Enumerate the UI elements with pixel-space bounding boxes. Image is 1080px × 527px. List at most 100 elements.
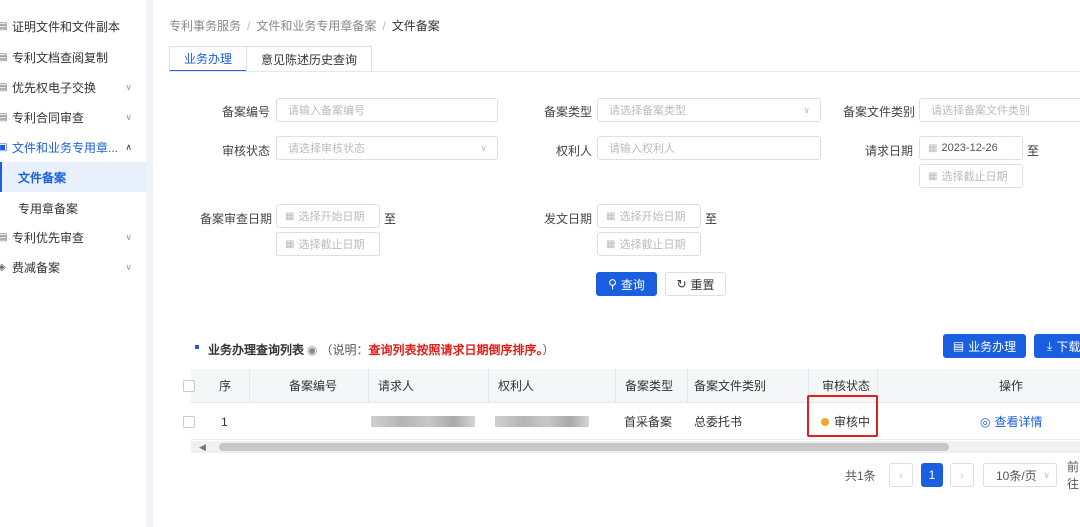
column-header-file-type: 备案文件类别 bbox=[694, 379, 767, 393]
sidebar-subitem-label: 文件备案 bbox=[18, 170, 67, 185]
request-date-end-input[interactable]: ▦ 选择截止日期 bbox=[919, 164, 1023, 188]
exchange-icon: ▤ bbox=[0, 81, 8, 93]
sidebar-item-stamp-record[interactable]: ▣ 文件和业务专用章... ∧ bbox=[0, 134, 146, 160]
table-row: 1 首采备案 总委托书 审核中 ◎ 查看详情 bbox=[183, 404, 1080, 440]
record-type-label: 备案类型 bbox=[544, 105, 593, 119]
column-header-action: 操作 bbox=[999, 379, 1024, 393]
sidebar: ▤ 证明文件和文件副本 ▤ 专利文档查阅复制 ▤ 优先权电子交换 ∨ ▤ 专利合… bbox=[0, 0, 146, 527]
stamp-icon: ▣ bbox=[0, 141, 8, 153]
calendar-icon: ▦ bbox=[606, 210, 616, 222]
column-header-index: 序 bbox=[219, 379, 232, 393]
column-header-record-no: 备案编号 bbox=[289, 379, 338, 393]
sidebar-item-label: 证明文件和文件副本 bbox=[12, 19, 121, 34]
contract-icon: ▤ bbox=[0, 111, 8, 123]
issue-date-end-input[interactable]: ▦ 选择截止日期 bbox=[597, 232, 701, 256]
calendar-icon: ▦ bbox=[285, 238, 295, 250]
breadcrumb-item[interactable]: 文件和业务专用章备案 bbox=[256, 19, 376, 33]
scroll-left-icon[interactable]: ◀ bbox=[199, 442, 206, 453]
search-icon: ⚲ bbox=[608, 277, 617, 291]
table-horizontal-scrollbar[interactable]: ◀ bbox=[191, 441, 1080, 453]
record-no-input[interactable]: 请输入备案编号 bbox=[276, 98, 498, 122]
breadcrumb-separator: / bbox=[247, 19, 251, 33]
sidebar-item-certificates[interactable]: ▤ 证明文件和文件副本 bbox=[0, 13, 146, 39]
query-button[interactable]: ⚲ 查询 bbox=[596, 272, 657, 296]
sidebar-item-label: 优先权电子交换 bbox=[12, 80, 97, 95]
sidebar-subitem-file-record[interactable]: 文件备案 bbox=[0, 162, 146, 192]
record-review-date-start-input[interactable]: ▦ 选择开始日期 bbox=[276, 204, 380, 228]
sidebar-item-label: 专利优先审查 bbox=[12, 230, 85, 245]
sidebar-item-label: 专利合同审查 bbox=[12, 110, 85, 125]
scroll-thumb[interactable] bbox=[219, 443, 949, 451]
calendar-icon: ▦ bbox=[285, 210, 295, 222]
record-review-date-label: 备案审查日期 bbox=[200, 212, 273, 226]
sidebar-item-contract-review[interactable]: ▤ 专利合同审查 ∨ bbox=[0, 104, 146, 130]
list-note: ◉ （说明：查询列表按照请求日期倒序排序。） bbox=[307, 343, 555, 357]
download-icon: ⤓ bbox=[1047, 338, 1053, 353]
review-status-label: 审核状态 bbox=[222, 144, 271, 158]
next-page-button[interactable]: › bbox=[950, 463, 974, 487]
info-icon: ◉ bbox=[307, 343, 318, 357]
breadcrumb-item[interactable]: 专利事务服务 bbox=[169, 19, 241, 33]
right-holder-label: 权利人 bbox=[556, 144, 593, 158]
sidebar-item-priority-review[interactable]: ▤ 专利优先审查 ∨ bbox=[0, 224, 146, 250]
chevron-down-icon: ∨ bbox=[125, 111, 132, 122]
chevron-down-icon: ∨ bbox=[803, 104, 810, 115]
list-title-marker bbox=[195, 345, 199, 349]
copy-icon: ▤ bbox=[0, 51, 8, 63]
request-date-start-input[interactable]: ▦ 2023-12-26 bbox=[919, 136, 1023, 160]
column-header-requester: 请求人 bbox=[378, 379, 415, 393]
sidebar-item-doc-copy[interactable]: ▤ 专利文档查阅复制 bbox=[0, 44, 146, 70]
date-range-to-label: 至 bbox=[1027, 144, 1040, 158]
column-header-record-type: 备案类型 bbox=[625, 379, 674, 393]
sidebar-item-label: 专利文档查阅复制 bbox=[12, 50, 109, 65]
record-file-type-select[interactable]: 请选择备案文件类别 bbox=[919, 98, 1080, 122]
review-status-select[interactable]: 请选择审核状态 ∨ bbox=[276, 136, 498, 160]
document-icon: ▤ bbox=[0, 20, 8, 32]
sidebar-item-fee-reduction[interactable]: ◈ 费减备案 ∨ bbox=[0, 254, 146, 280]
page-number-button[interactable]: 1 bbox=[921, 463, 943, 487]
sidebar-item-priority-exchange[interactable]: ▤ 优先权电子交换 ∨ bbox=[0, 74, 146, 100]
download-button[interactable]: ⤓ 下载 bbox=[1034, 334, 1080, 358]
breadcrumb-current: 文件备案 bbox=[391, 19, 440, 33]
calendar-icon: ▦ bbox=[606, 238, 616, 250]
tab-divider bbox=[169, 71, 1080, 72]
breadcrumb-separator: / bbox=[382, 19, 386, 33]
status-highlight-box bbox=[807, 395, 878, 437]
row-index: 1 bbox=[221, 414, 228, 429]
select-all-checkbox[interactable] bbox=[183, 369, 195, 402]
record-file-type-label: 备案文件类别 bbox=[843, 105, 916, 119]
sidebar-item-label: 文件和业务专用章... bbox=[12, 140, 119, 155]
view-detail-link[interactable]: ◎ 查看详情 bbox=[980, 404, 1043, 439]
sidebar-subitem-label: 专用章备案 bbox=[18, 201, 79, 216]
chevron-right-icon: › bbox=[960, 468, 964, 482]
page-size-select[interactable]: 10条/页 ∨ bbox=[983, 463, 1057, 487]
column-header-right-holder: 权利人 bbox=[498, 379, 535, 393]
business-handle-button[interactable]: ▤ 业务办理 bbox=[943, 334, 1026, 358]
calendar-icon: ▦ bbox=[928, 142, 938, 154]
row-checkbox[interactable] bbox=[183, 404, 195, 439]
pagination-total: 共1条 bbox=[845, 468, 876, 483]
sidebar-subitem-stamp-record[interactable]: 专用章备案 bbox=[0, 193, 146, 223]
row-right-holder-redacted bbox=[495, 404, 589, 439]
request-date-label: 请求日期 bbox=[865, 144, 914, 158]
date-range-to-label: 至 bbox=[705, 212, 718, 226]
chevron-down-icon: ∨ bbox=[125, 81, 132, 92]
calendar-icon: ▦ bbox=[928, 170, 938, 182]
reset-button[interactable]: ↻ 重置 bbox=[665, 272, 726, 296]
tab-opinion-history[interactable]: 意见陈述历史查询 bbox=[246, 46, 373, 72]
tab-bar: 业务办理 意见陈述历史查询 bbox=[169, 46, 373, 72]
record-type-select[interactable]: 请选择备案类型 ∨ bbox=[597, 98, 821, 122]
chevron-left-icon: ‹ bbox=[899, 468, 903, 482]
goto-label: 前往 bbox=[1067, 460, 1080, 491]
date-range-to-label: 至 bbox=[384, 212, 397, 226]
reset-icon: ↻ bbox=[676, 277, 687, 291]
record-review-date-end-input[interactable]: ▦ 选择截止日期 bbox=[276, 232, 380, 256]
tab-business[interactable]: 业务办理 bbox=[169, 46, 248, 72]
fee-icon: ◈ bbox=[0, 261, 6, 273]
right-holder-input[interactable]: 请输入权利人 bbox=[597, 136, 821, 160]
eye-icon: ◎ bbox=[980, 414, 991, 429]
prev-page-button[interactable]: ‹ bbox=[889, 463, 913, 487]
row-file-type: 总委托书 bbox=[694, 415, 743, 429]
record-no-label: 备案编号 bbox=[222, 105, 271, 119]
issue-date-start-input[interactable]: ▦ 选择开始日期 bbox=[597, 204, 701, 228]
